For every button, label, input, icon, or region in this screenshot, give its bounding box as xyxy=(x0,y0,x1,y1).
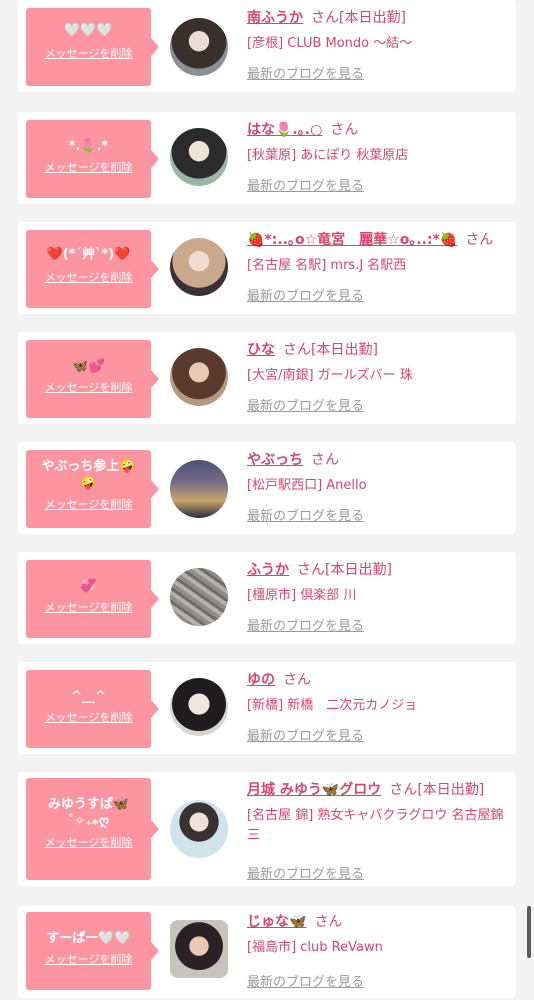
cast-name-link[interactable]: はな🌷.｡.○ xyxy=(247,122,322,138)
card-info: ひな さん[本日出勤] [大宮/南銀] ガールズバー 珠 最新のブログを見る xyxy=(247,340,510,414)
honorific: さん xyxy=(389,782,418,798)
cast-name-link[interactable]: ひな xyxy=(247,342,275,358)
message-text: みゆうすぱ🦋 ˚✧₊⁎ღ xyxy=(47,797,130,829)
message-card: ^__^ メッセージを削除 ゆの さん [新橋] 新橋 二次元カノジョ 最新のブロ… xyxy=(18,662,516,754)
message-text: やぶっち参上🤪 🤪 xyxy=(41,459,136,491)
shop-link[interactable]: [名古屋 名駅] mrs.J 名駅西 xyxy=(247,256,510,276)
avatar[interactable] xyxy=(170,460,228,518)
delete-message-link[interactable]: メッセージを削除 xyxy=(30,47,147,61)
message-bubble: ^__^ メッセージを削除 xyxy=(26,670,159,748)
avatar[interactable] xyxy=(170,568,228,626)
status-badge: [本日出勤] xyxy=(325,562,392,578)
honorific: さん xyxy=(283,342,311,358)
card-info: 月城 みゆう🦋グロウ さん[本日出勤] [名古屋 錦] 熟女キャバクラグロウ 名古… xyxy=(247,780,510,882)
status-badge: [本日出勤] xyxy=(417,782,485,798)
message-bubble: やぶっち参上🤪 🤪 メッセージを削除 xyxy=(26,450,159,528)
message-card: *.🌷.* メッセージを削除 はな🌷.｡.○ さん [秋葉原] あにぽり 秋葉原店… xyxy=(18,112,516,204)
shop-link[interactable]: [新橋] 新橋 二次元カノジョ xyxy=(247,696,510,716)
avatar[interactable] xyxy=(170,348,228,406)
status-badge: [本日出勤] xyxy=(311,342,378,358)
delete-message-link[interactable]: メッセージを削除 xyxy=(30,601,147,615)
message-text: ^__^ xyxy=(71,689,106,704)
message-bubble: みゆうすぱ🦋 ˚✧₊⁎ღ メッセージを削除 xyxy=(26,778,159,880)
shop-link[interactable]: [大宮/南銀] ガールズバー 珠 xyxy=(247,366,510,386)
message-bubble: 🤍🤍🤍 メッセージを削除 xyxy=(26,8,159,86)
card-info: ふうか さん[本日出勤] [橿原市] 倶楽部 川 最新のブログを見る xyxy=(247,560,510,634)
delete-message-link[interactable]: メッセージを削除 xyxy=(30,161,147,175)
shop-link[interactable]: [秋葉原] あにぽり 秋葉原店 xyxy=(247,146,510,166)
message-card: すーぱー🤍🤍 メッセージを削除 じゅな🦋 さん [福島市] club ReVawn… xyxy=(18,906,516,998)
honorific: さん xyxy=(330,122,359,138)
shop-link[interactable]: [松戸駅西口] Anello xyxy=(247,476,510,496)
honorific: さん xyxy=(314,914,343,930)
message-text: すーぱー🤍🤍 xyxy=(46,931,131,946)
card-info: やぶっち さん [松戸駅西口] Anello 最新のブログを見る xyxy=(247,450,510,524)
avatar[interactable] xyxy=(170,678,228,736)
message-card: 🤍🤍🤍 メッセージを削除 南ふうか さん[本日出勤] [彦根] CLUB Mond… xyxy=(18,0,516,92)
card-info: じゅな🦋 さん [福島市] club ReVawn 最新のブログを見る xyxy=(247,912,510,990)
card-info: ゆの さん [新橋] 新橋 二次元カノジョ 最新のブログを見る xyxy=(247,670,510,744)
status-badge: [本日出勤] xyxy=(339,10,406,26)
message-text: ❤️(*´艸`*)❤️ xyxy=(46,247,131,262)
latest-blog-link[interactable]: 最新のブログを見る xyxy=(247,178,364,196)
shop-link[interactable]: [橿原市] 倶楽部 川 xyxy=(247,586,510,606)
latest-blog-link[interactable]: 最新のブログを見る xyxy=(247,866,364,884)
delete-message-link[interactable]: メッセージを削除 xyxy=(30,836,147,850)
avatar[interactable] xyxy=(170,920,228,978)
shop-link[interactable]: [彦根] CLUB Mondo ～結～ xyxy=(247,34,510,54)
cast-name-link[interactable]: ゆの xyxy=(247,672,275,688)
card-info: 南ふうか さん[本日出勤] [彦根] CLUB Mondo ～結～ 最新のブログを… xyxy=(247,8,510,82)
honorific: さん xyxy=(311,452,339,468)
cast-name-link[interactable]: 🍓*:..｡o☆竜宮 麗華☆o｡..:*🍓 xyxy=(247,232,457,248)
message-bubble: 💞 メッセージを削除 xyxy=(26,560,159,638)
honorific: さん xyxy=(465,232,494,248)
avatar[interactable] xyxy=(170,18,228,76)
cast-name-link[interactable]: ふうか xyxy=(247,562,289,578)
latest-blog-link[interactable]: 最新のブログを見る xyxy=(247,728,364,746)
latest-blog-link[interactable]: 最新のブログを見る xyxy=(247,288,364,306)
cast-name-link[interactable]: 月城 みゆう🦋グロウ xyxy=(247,782,381,798)
delete-message-link[interactable]: メッセージを削除 xyxy=(30,953,147,967)
shop-link[interactable]: [福島市] club ReVawn xyxy=(247,938,510,958)
card-info: はな🌷.｡.○ さん [秋葉原] あにぽり 秋葉原店 最新のブログを見る xyxy=(247,120,510,194)
latest-blog-link[interactable]: 最新のブログを見る xyxy=(247,618,364,636)
latest-blog-link[interactable]: 最新のブログを見る xyxy=(247,398,364,416)
card-info: 🍓*:..｡o☆竜宮 麗華☆o｡..:*🍓 さん [名古屋 名駅] mrs.J 名… xyxy=(247,230,510,304)
avatar[interactable] xyxy=(170,800,228,858)
honorific: さん xyxy=(311,10,339,26)
message-card: みゆうすぱ🦋 ˚✧₊⁎ღ メッセージを削除 月城 みゆう🦋グロウ さん[本日出勤]… xyxy=(18,772,516,886)
message-bubble: *.🌷.* メッセージを削除 xyxy=(26,120,159,198)
scrollbar[interactable] xyxy=(527,906,531,958)
message-text: 🦋💕 xyxy=(72,359,105,374)
message-text: 💞 xyxy=(80,579,97,594)
cast-name-link[interactable]: やぶっち xyxy=(247,452,303,468)
message-card: 💞 メッセージを削除 ふうか さん[本日出勤] [橿原市] 倶楽部 川 最新のブロ… xyxy=(18,552,516,644)
message-bubble: ❤️(*´艸`*)❤️ メッセージを削除 xyxy=(26,230,159,308)
delete-message-link[interactable]: メッセージを削除 xyxy=(30,271,147,285)
message-card: 🦋💕 メッセージを削除 ひな さん[本日出勤] [大宮/南銀] ガールズバー 珠 … xyxy=(18,332,516,424)
shop-link[interactable]: [名古屋 錦] 熟女キャバクラグロウ 名古屋錦三 xyxy=(247,806,510,846)
latest-blog-link[interactable]: 最新のブログを見る xyxy=(247,508,364,526)
message-bubble: 🦋💕 メッセージを削除 xyxy=(26,340,159,418)
delete-message-link[interactable]: メッセージを削除 xyxy=(30,711,147,725)
message-card: やぶっち参上🤪 🤪 メッセージを削除 やぶっち さん [松戸駅西口] Anello… xyxy=(18,442,516,534)
avatar[interactable] xyxy=(170,128,228,186)
avatar[interactable] xyxy=(170,238,228,296)
cast-name-link[interactable]: じゅな🦋 xyxy=(247,914,306,930)
latest-blog-link[interactable]: 最新のブログを見る xyxy=(247,974,364,992)
cast-name-link[interactable]: 南ふうか xyxy=(247,10,303,26)
honorific: さん xyxy=(283,672,311,688)
delete-message-link[interactable]: メッセージを削除 xyxy=(30,498,147,512)
honorific: さん xyxy=(297,562,325,578)
delete-message-link[interactable]: メッセージを削除 xyxy=(30,381,147,395)
latest-blog-link[interactable]: 最新のブログを見る xyxy=(247,66,364,84)
message-text: 🤍🤍🤍 xyxy=(64,23,113,38)
message-bubble: すーぱー🤍🤍 メッセージを削除 xyxy=(26,912,159,990)
message-text: *.🌷.* xyxy=(68,139,109,154)
message-card: ❤️(*´艸`*)❤️ メッセージを削除 🍓*:..｡o☆竜宮 麗華☆o｡..:… xyxy=(18,222,516,314)
